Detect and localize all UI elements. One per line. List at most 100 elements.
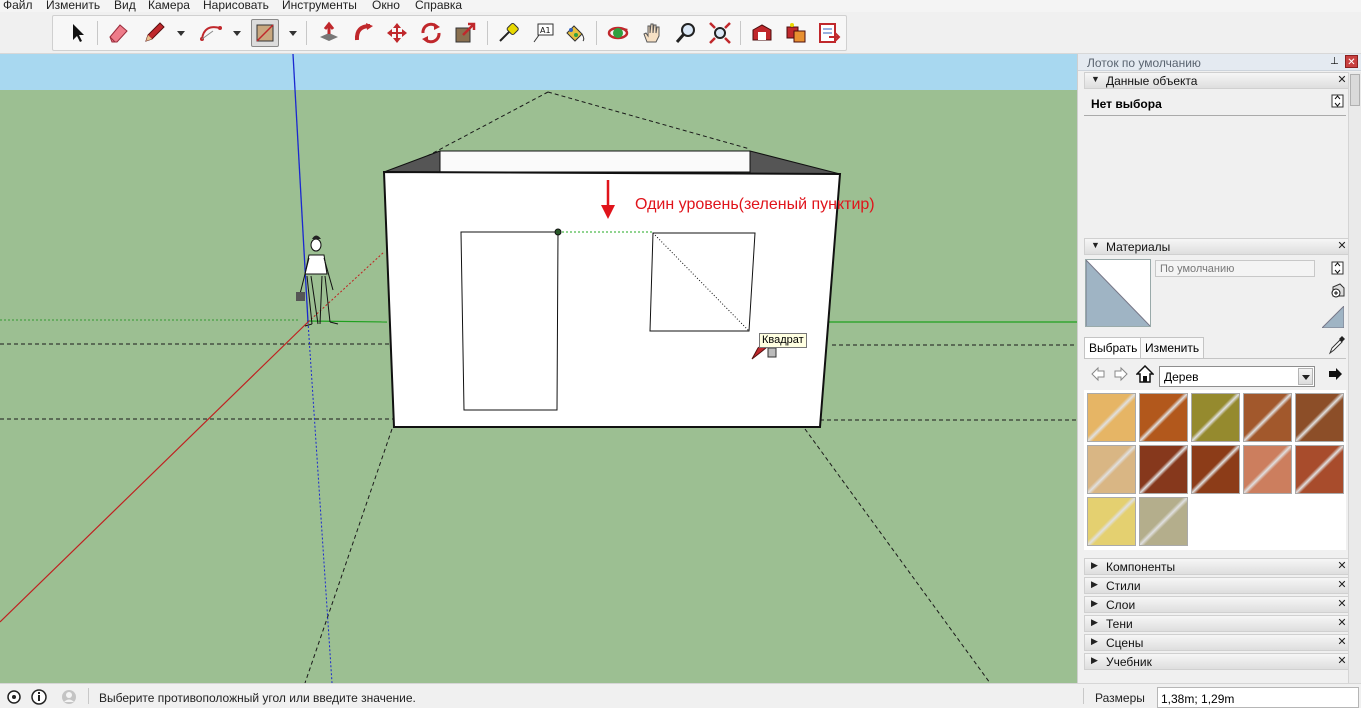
- create-material-icon[interactable]: [1330, 282, 1346, 299]
- rectangle-dropdown[interactable]: [287, 19, 299, 47]
- info-icon[interactable]: [31, 689, 47, 705]
- pencil-icon[interactable]: [140, 19, 168, 47]
- tab-divider: [1084, 358, 1346, 359]
- material-preview: [1085, 259, 1151, 327]
- text-icon[interactable]: A1: [529, 19, 557, 47]
- scale-icon[interactable]: [451, 19, 479, 47]
- pencil-dropdown[interactable]: [175, 19, 187, 47]
- material-swatch[interactable]: [1087, 445, 1136, 494]
- arc-dropdown[interactable]: [231, 19, 243, 47]
- forward-arrow-icon[interactable]: [1113, 366, 1129, 382]
- menu-draw[interactable]: Нарисовать: [203, 0, 269, 12]
- select-icon[interactable]: [63, 19, 91, 47]
- zoom-extents-icon[interactable]: [706, 19, 734, 47]
- material-swatch[interactable]: [1295, 445, 1344, 494]
- rectangle-icon[interactable]: [251, 19, 279, 47]
- menu-window[interactable]: Окно: [372, 0, 400, 12]
- geo-location-icon[interactable]: [6, 689, 22, 705]
- material-swatch[interactable]: [1139, 393, 1188, 442]
- warehouse-icon[interactable]: [748, 19, 776, 47]
- scrollbar-thumb[interactable]: [1350, 74, 1360, 106]
- scene-canvas[interactable]: [0, 54, 1077, 683]
- details-toggle-icon[interactable]: [1331, 261, 1344, 275]
- toolbar-separator: [596, 21, 597, 45]
- orbit-icon[interactable]: [604, 19, 632, 47]
- chevron-down-icon[interactable]: [1298, 368, 1313, 385]
- svg-text:A1: A1: [540, 26, 551, 35]
- material-swatch[interactable]: [1243, 445, 1292, 494]
- menu-help[interactable]: Справка: [415, 0, 462, 12]
- rotate-icon[interactable]: [417, 19, 445, 47]
- panel-close-icon[interactable]: ✕: [1336, 560, 1348, 573]
- material-swatch[interactable]: [1191, 445, 1240, 494]
- panel-close-icon[interactable]: ✕: [1336, 598, 1348, 611]
- tray-scrollbar[interactable]: [1348, 72, 1361, 683]
- dimensions-input[interactable]: 1,38m; 1,29m: [1157, 687, 1359, 708]
- model-viewport[interactable]: Один уровень(зеленый пунктир) Квадрат: [0, 54, 1077, 683]
- menu-edit[interactable]: Изменить: [46, 0, 100, 12]
- material-swatch[interactable]: [1087, 393, 1136, 442]
- pin-icon[interactable]: ⊥: [1328, 55, 1341, 68]
- panel-close-icon[interactable]: ✕: [1336, 655, 1348, 668]
- menu-tools[interactable]: Инструменты: [282, 0, 357, 12]
- collapsed-arrow-icon: ▶: [1091, 655, 1098, 665]
- menu-view[interactable]: Вид: [114, 0, 136, 12]
- panel-close-icon[interactable]: ✕: [1336, 636, 1348, 649]
- collapsed-arrow-icon: ▶: [1091, 560, 1098, 570]
- tray-close-icon[interactable]: ✕: [1345, 55, 1358, 68]
- extension-icon[interactable]: [782, 19, 810, 47]
- panel-label: Стили: [1106, 579, 1141, 593]
- tab-select[interactable]: Выбрать: [1084, 337, 1143, 358]
- dimensions-label: Размеры: [1095, 691, 1145, 705]
- material-swatch[interactable]: [1295, 393, 1344, 442]
- material-swatch[interactable]: [1243, 393, 1292, 442]
- material-swatch[interactable]: [1191, 393, 1240, 442]
- material-swatch[interactable]: [1139, 445, 1188, 494]
- panel-components[interactable]: ▶ Компоненты ✕: [1084, 558, 1352, 575]
- tape-measure-icon[interactable]: [494, 19, 522, 47]
- material-swatch[interactable]: [1087, 497, 1136, 546]
- toolbar-separator: [740, 21, 741, 45]
- status-message: Выберите противоположный угол или введит…: [99, 691, 416, 705]
- panel-close-icon[interactable]: ✕: [1336, 617, 1348, 630]
- sky: [0, 54, 1077, 92]
- panel-shadows[interactable]: ▶ Тени ✕: [1084, 615, 1352, 632]
- panel-label: Слои: [1106, 598, 1136, 612]
- eyedropper-icon[interactable]: [1328, 335, 1346, 355]
- paint-bucket-icon[interactable]: [560, 19, 588, 47]
- expand-arrow-icon: ▼: [1091, 74, 1100, 84]
- move-icon[interactable]: [383, 19, 411, 47]
- panel-styles[interactable]: ▶ Стили ✕: [1084, 577, 1352, 594]
- home-icon[interactable]: [1136, 365, 1154, 383]
- material-swatch[interactable]: [1139, 497, 1188, 546]
- entity-info-header[interactable]: ▼ Данные объекта ✕: [1084, 72, 1352, 89]
- details-toggle-icon[interactable]: [1331, 94, 1344, 108]
- annotation-text: Один уровень(зеленый пунктир): [635, 196, 875, 213]
- menu-camera[interactable]: Камера: [148, 0, 190, 12]
- follow-me-icon[interactable]: [350, 19, 378, 47]
- material-name-field[interactable]: По умолчанию: [1155, 260, 1315, 277]
- panel-instructor[interactable]: ▶ Учебник ✕: [1084, 653, 1352, 670]
- push-pull-icon[interactable]: [315, 19, 343, 47]
- panel-layers[interactable]: ▶ Слои ✕: [1084, 596, 1352, 613]
- materials-header[interactable]: ▼ Материалы ✕: [1084, 238, 1352, 255]
- zoom-icon[interactable]: [672, 19, 700, 47]
- details-arrow-icon[interactable]: [1327, 366, 1343, 382]
- material-library-select[interactable]: Дерев: [1159, 366, 1315, 387]
- panel-close-icon[interactable]: ✕: [1336, 240, 1348, 253]
- expand-arrow-icon: ▼: [1091, 240, 1100, 250]
- pan-icon[interactable]: [638, 19, 666, 47]
- back-arrow-icon[interactable]: [1090, 366, 1106, 382]
- send-to-layout-icon[interactable]: [815, 19, 843, 47]
- tab-edit[interactable]: Изменить: [1140, 337, 1205, 358]
- user-icon[interactable]: [61, 689, 77, 705]
- menu-file[interactable]: Файл: [3, 0, 33, 12]
- default-material-icon[interactable]: [1322, 306, 1344, 328]
- arc-icon[interactable]: [197, 19, 225, 47]
- tray-title-bar: Лоток по умолчанию ⊥ ✕: [1078, 54, 1361, 71]
- panel-close-icon[interactable]: ✕: [1336, 74, 1348, 87]
- eraser-icon[interactable]: [104, 19, 132, 47]
- status-separator: [88, 688, 89, 704]
- panel-close-icon[interactable]: ✕: [1336, 579, 1348, 592]
- panel-scenes[interactable]: ▶ Сцены ✕: [1084, 634, 1352, 651]
